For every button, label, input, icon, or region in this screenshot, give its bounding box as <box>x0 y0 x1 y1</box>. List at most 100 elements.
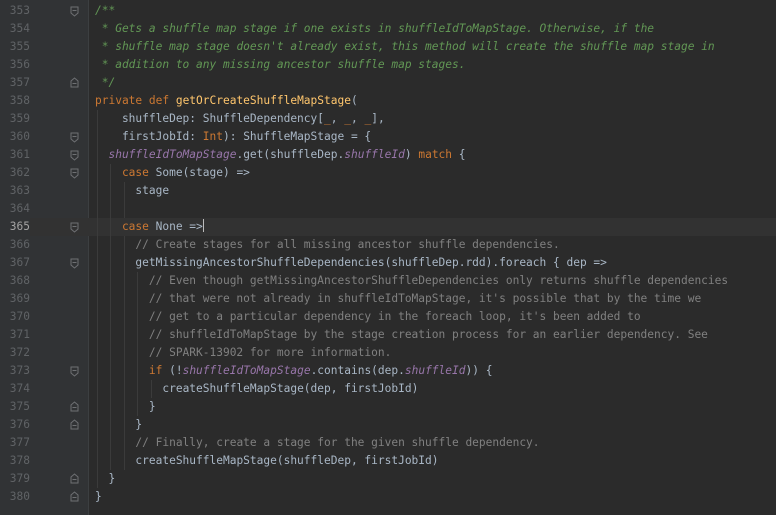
fold-open-icon[interactable] <box>70 146 79 164</box>
code-line[interactable]: 354 * Gets a shuffle map stage if one ex… <box>0 20 776 38</box>
text-caret <box>202 219 204 232</box>
indent-guide <box>137 362 139 380</box>
code-line[interactable]: 367 getMissingAncestorShuffleDependencies… <box>0 254 776 272</box>
code-editor[interactable]: 353 /** 354 * Gets a shuffle map stage if … <box>0 0 776 515</box>
fold-end-icon[interactable] <box>70 488 79 506</box>
fold-open-icon[interactable] <box>70 362 79 380</box>
code-line[interactable]: 365 case None => <box>0 218 776 236</box>
indent-guide <box>97 326 98 344</box>
code-token: shuffleId <box>344 148 405 161</box>
line-number: 364 <box>9 202 30 215</box>
code-token: { <box>452 148 466 161</box>
code-token: if <box>148 364 170 377</box>
code-line[interactable]: 363 stage <box>0 182 776 200</box>
code-token: } <box>148 400 156 413</box>
fold-end-icon[interactable] <box>70 398 79 416</box>
fold-open-icon[interactable] <box>70 2 79 20</box>
line-number: 374 <box>9 382 30 395</box>
indent-guide <box>97 182 98 200</box>
line-number: 370 <box>9 310 30 323</box>
indent-guide <box>123 182 125 200</box>
code-line[interactable]: 379} <box>0 470 776 488</box>
line-number: 379 <box>9 472 30 485</box>
code-line[interactable]: 374 createShuffleMapStage(dep, firstJobId… <box>0 380 776 398</box>
code-text: // that were not already in shuffleIdToM… <box>149 290 701 308</box>
code-token: case <box>121 220 156 233</box>
code-line[interactable]: 371 // shuffleIdToMapStage by the stage c… <box>0 326 776 344</box>
indent-guide <box>123 326 125 344</box>
code-line[interactable]: 364 <box>0 200 776 218</box>
indent-guide <box>110 416 112 434</box>
code-line[interactable]: 358 private def getOrCreateShuffleMapStag… <box>0 92 776 110</box>
code-token: * Gets a shuffle map stage if one exists… <box>95 22 655 35</box>
indent-guide <box>110 254 112 272</box>
code-text: * addition to any missing ancestor shuff… <box>95 56 466 74</box>
line-number: 380 <box>9 490 30 503</box>
fold-open-icon[interactable] <box>70 254 79 272</box>
indent-guide <box>123 308 125 326</box>
code-line[interactable]: 357 */ <box>0 74 776 92</box>
code-token: // SPARK-13902 for more information. <box>148 346 392 359</box>
code-line[interactable]: 366 // Create stages for all missing ance… <box>0 236 776 254</box>
code-line[interactable]: 380} <box>0 488 776 506</box>
code-text: private def getOrCreateShuffleMapStage( <box>95 92 358 110</box>
indent-guide <box>110 218 112 236</box>
code-line[interactable]: 376} <box>0 416 776 434</box>
code-token: ], <box>371 112 385 125</box>
fold-end-icon[interactable] <box>70 416 79 434</box>
code-token: ( <box>350 94 358 107</box>
line-number: 358 <box>9 94 30 107</box>
code-token: * shuffle map stage doesn't already exis… <box>95 40 715 53</box>
indent-guide <box>97 128 98 146</box>
code-token: shuffleDep: ShuffleDependency[ <box>121 112 325 125</box>
code-line[interactable]: 356 * addition to any missing ancestor s… <box>0 56 776 74</box>
code-token: createShuffleMapStage(dep, firstJobId) <box>162 382 419 395</box>
fold-end-icon[interactable] <box>70 74 79 92</box>
code-text: if (!shuffleIdToMapStage.contains(dep.sh… <box>149 362 493 380</box>
code-token: )) { <box>465 364 493 377</box>
code-text: } <box>95 488 102 506</box>
code-line[interactable]: 359 shuffleDep: ShuffleDependency[_, _, _… <box>0 110 776 128</box>
code-text: // Even though getMissingAncestorShuffle… <box>149 272 728 290</box>
line-number: 354 <box>9 22 30 35</box>
code-token: getMissingAncestorShuffleDependencies(sh… <box>135 256 607 269</box>
code-line[interactable]: 377 // Finally, create a stage for the gi… <box>0 434 776 452</box>
indent-guide <box>137 272 139 290</box>
code-line[interactable]: 369 // that were not already in shuffleId… <box>0 290 776 308</box>
indent-guide <box>137 326 139 344</box>
indent-guide <box>97 380 98 398</box>
code-text: shuffleDep: ShuffleDependency[_, _, _], <box>122 110 385 128</box>
code-token: } <box>108 472 116 485</box>
line-number: 360 <box>9 130 30 143</box>
indent-guide <box>123 254 125 272</box>
code-token: (! <box>169 364 183 377</box>
code-line[interactable]: 373 if (!shuffleIdToMapStage.contains(dep… <box>0 362 776 380</box>
code-token: shuffleId <box>404 364 466 377</box>
indent-guide <box>110 326 112 344</box>
line-number: 356 <box>9 58 30 71</box>
code-line[interactable]: 375} <box>0 398 776 416</box>
code-token: stage <box>135 184 170 197</box>
fold-open-icon[interactable] <box>70 218 79 236</box>
code-token: case <box>121 166 156 179</box>
indent-guide <box>110 344 112 362</box>
code-line[interactable]: 355 * shuffle map stage doesn't already … <box>0 38 776 56</box>
code-line[interactable]: 370 // get to a particular dependency in … <box>0 308 776 326</box>
code-token: .contains(dep. <box>310 364 405 377</box>
indent-guide <box>97 398 98 416</box>
code-token: Int <box>202 130 223 143</box>
line-number: 368 <box>9 274 30 287</box>
fold-end-icon[interactable] <box>70 470 79 488</box>
code-token: } <box>135 418 143 431</box>
code-line[interactable]: 360 firstJobId: Int): ShuffleMapStage = { <box>0 128 776 146</box>
code-line[interactable]: 368 // Even though getMissingAncestorShuf… <box>0 272 776 290</box>
code-line[interactable]: 362 case Some(stage) => <box>0 164 776 182</box>
fold-open-icon[interactable] <box>70 128 79 146</box>
fold-open-icon[interactable] <box>70 164 79 182</box>
code-line[interactable]: 353 /** <box>0 2 776 20</box>
indent-guide <box>97 146 98 164</box>
code-line[interactable]: 378 createShuffleMapStage(shuffleDep, fir… <box>0 452 776 470</box>
code-token: _ <box>324 112 331 125</box>
code-line[interactable]: 372 // SPARK-13902 for more information. <box>0 344 776 362</box>
code-line[interactable]: 361 shuffleIdToMapStage.get(shuffleDep.sh… <box>0 146 776 164</box>
